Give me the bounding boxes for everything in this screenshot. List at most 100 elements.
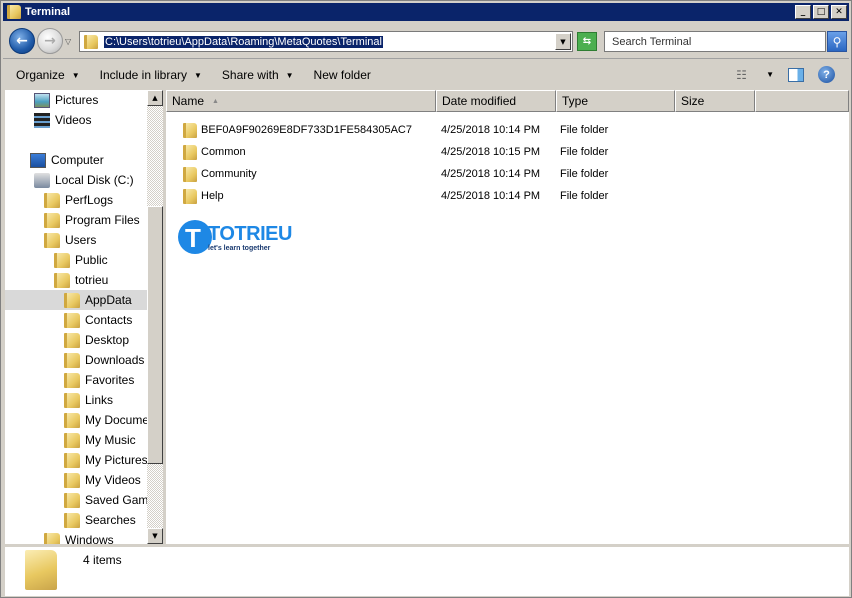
scroll-down-button[interactable]: ▼ [147, 528, 163, 544]
sidebar-item-searches[interactable]: Searches [5, 510, 136, 530]
file-row[interactable]: Common 4/25/2018 10:15 PM File folder [166, 141, 766, 163]
search-input[interactable]: Search Terminal [604, 31, 826, 52]
sidebar-item-computer[interactable]: Computer [5, 150, 104, 170]
file-type: File folder [560, 168, 609, 180]
file-row[interactable]: BEF0A9F90269E8DF733D1FE584305AC7 4/25/201… [166, 119, 766, 141]
organize-menu[interactable]: Organize ▼ [16, 68, 80, 82]
sidebar-item-public[interactable]: Public [5, 250, 108, 270]
view-options-chevron-icon[interactable]: ▼ [766, 70, 774, 79]
contacts-folder-icon [64, 312, 80, 328]
sidebar-item-appdata[interactable]: AppData [5, 290, 147, 310]
address-path[interactable]: C:\Users\totrieu\AppData\Roaming\MetaQuo… [104, 35, 383, 48]
sidebar-item-downloads[interactable]: Downloads [5, 350, 144, 370]
sidebar-item-my-pictures[interactable]: My Pictures [5, 450, 147, 470]
computer-icon [30, 152, 46, 168]
sidebar-item-links[interactable]: Links [5, 390, 113, 410]
sidebar-item-label: Links [85, 393, 114, 407]
column-type-label: Type [562, 94, 589, 108]
title-bar[interactable]: Terminal _ □ ✕ [3, 3, 849, 21]
column-header-name[interactable]: Name ▲ [166, 90, 436, 112]
back-button[interactable]: ← [9, 28, 35, 54]
folder-icon [44, 232, 60, 248]
sidebar-item-users[interactable]: Users [5, 230, 96, 250]
sidebar-item-label: AppData [85, 293, 132, 307]
preview-pane-icon[interactable] [788, 67, 804, 82]
documents-folder-icon [64, 412, 80, 428]
folder-icon [44, 532, 60, 544]
sidebar-item-desktop[interactable]: Desktop [5, 330, 129, 350]
sidebar-item-totrieu[interactable]: totrieu [5, 270, 108, 290]
chevron-down-icon: ▼ [194, 70, 202, 80]
sidebar-item-local-disk-c[interactable]: Local Disk (C:) [5, 170, 134, 190]
include-in-library-label: Include in library [99, 68, 187, 82]
column-header-size[interactable]: Size [675, 90, 755, 112]
navigation-scrollbar[interactable]: ▲ ▼ [147, 90, 163, 544]
help-icon[interactable]: ? [818, 66, 835, 83]
search-placeholder: Search Terminal [612, 35, 692, 48]
desktop-folder-icon [64, 332, 80, 348]
details-pane: 4 items [5, 547, 849, 596]
maximize-icon: □ [816, 6, 826, 17]
address-dropdown-button[interactable]: ▼ [555, 33, 571, 50]
chevron-down-icon: ▼ [71, 70, 80, 80]
forward-button[interactable]: → [37, 28, 63, 54]
file-date-modified: 4/25/2018 10:14 PM [441, 168, 541, 180]
close-icon: ✕ [835, 6, 843, 17]
sidebar-item-label: Computer [51, 153, 104, 167]
sidebar-item-pictures[interactable]: Pictures [5, 90, 98, 110]
folder-icon [7, 5, 21, 19]
sidebar-item-favorites[interactable]: Favorites [5, 370, 134, 390]
folder-icon [183, 188, 197, 204]
sidebar-item-label: Local Disk (C:) [55, 173, 134, 187]
organize-label: Organize [16, 68, 65, 82]
share-with-menu[interactable]: Share with ▼ [222, 68, 294, 82]
folder-icon [64, 292, 80, 308]
minimize-button[interactable]: _ [795, 5, 811, 19]
scrollbar-thumb[interactable] [147, 206, 163, 464]
explorer-window: Terminal _ □ ✕ ← → ▽ C:\Users\totrieu\Ap… [0, 0, 852, 598]
address-bar[interactable]: C:\Users\totrieu\AppData\Roaming\MetaQuo… [79, 31, 573, 52]
navigation-pane: Pictures Videos Computer Local Disk (C:) Per… [5, 90, 147, 544]
include-in-library-menu[interactable]: Include in library ▼ [100, 68, 202, 82]
chevron-down-icon: ▼ [560, 37, 566, 46]
file-type: File folder [560, 146, 609, 158]
file-row[interactable]: Help 4/25/2018 10:14 PM File folder [166, 185, 766, 207]
recent-pages-button[interactable]: ▽ [65, 37, 71, 46]
sidebar-item-label: Downloads [85, 353, 145, 367]
sidebar-item-label: Pictures [55, 93, 99, 107]
sidebar-item-videos[interactable]: Videos [5, 110, 91, 130]
sidebar-item-label: Windows [65, 533, 114, 544]
sidebar-item-label: My Music [85, 433, 136, 447]
maximize-button[interactable]: □ [813, 5, 829, 19]
search-button[interactable]: ⚲ [827, 31, 847, 52]
folder-icon [183, 166, 197, 182]
command-bar: Organize ▼ Include in library ▼ Share wi… [3, 61, 849, 89]
refresh-button[interactable]: ⇆ [577, 32, 597, 51]
sidebar-item-my-music[interactable]: My Music [5, 430, 136, 450]
change-view-icon[interactable]: ☷ [736, 68, 752, 82]
sidebar-item-label: My Documen [85, 413, 147, 427]
sidebar-item-label: My Videos [85, 473, 141, 487]
arrow-up-icon: ▲ [152, 94, 158, 102]
sidebar-item-my-videos[interactable]: My Videos [5, 470, 141, 490]
file-date-modified: 4/25/2018 10:14 PM [441, 190, 541, 202]
chevron-down-icon: ▼ [285, 70, 294, 80]
column-header-date-modified[interactable]: Date modified [436, 90, 556, 112]
sidebar-item-my-documen[interactable]: My Documen [5, 410, 147, 430]
forward-arrow-icon: → [44, 33, 56, 49]
folder-icon [44, 192, 60, 208]
column-date-label: Date modified [442, 94, 517, 108]
sidebar-item-windows[interactable]: Windows [5, 530, 114, 544]
file-row[interactable]: Community 4/25/2018 10:14 PM File folder [166, 163, 766, 185]
sidebar-item-saved-game[interactable]: Saved Game [5, 490, 147, 510]
sidebar-item-perflogs[interactable]: PerfLogs [5, 190, 113, 210]
scroll-up-button[interactable]: ▲ [147, 90, 163, 106]
navigation-bar: ← → ▽ C:\Users\totrieu\AppData\Roaming\M… [3, 23, 849, 59]
column-header-type[interactable]: Type [556, 90, 675, 112]
sidebar-item-label: Saved Game [85, 493, 147, 507]
new-folder-button[interactable]: New folder [314, 68, 371, 82]
sidebar-item-contacts[interactable]: Contacts [5, 310, 132, 330]
sidebar-item-program-files[interactable]: Program Files [5, 210, 140, 230]
column-size-label: Size [681, 94, 705, 108]
close-button[interactable]: ✕ [831, 5, 847, 19]
